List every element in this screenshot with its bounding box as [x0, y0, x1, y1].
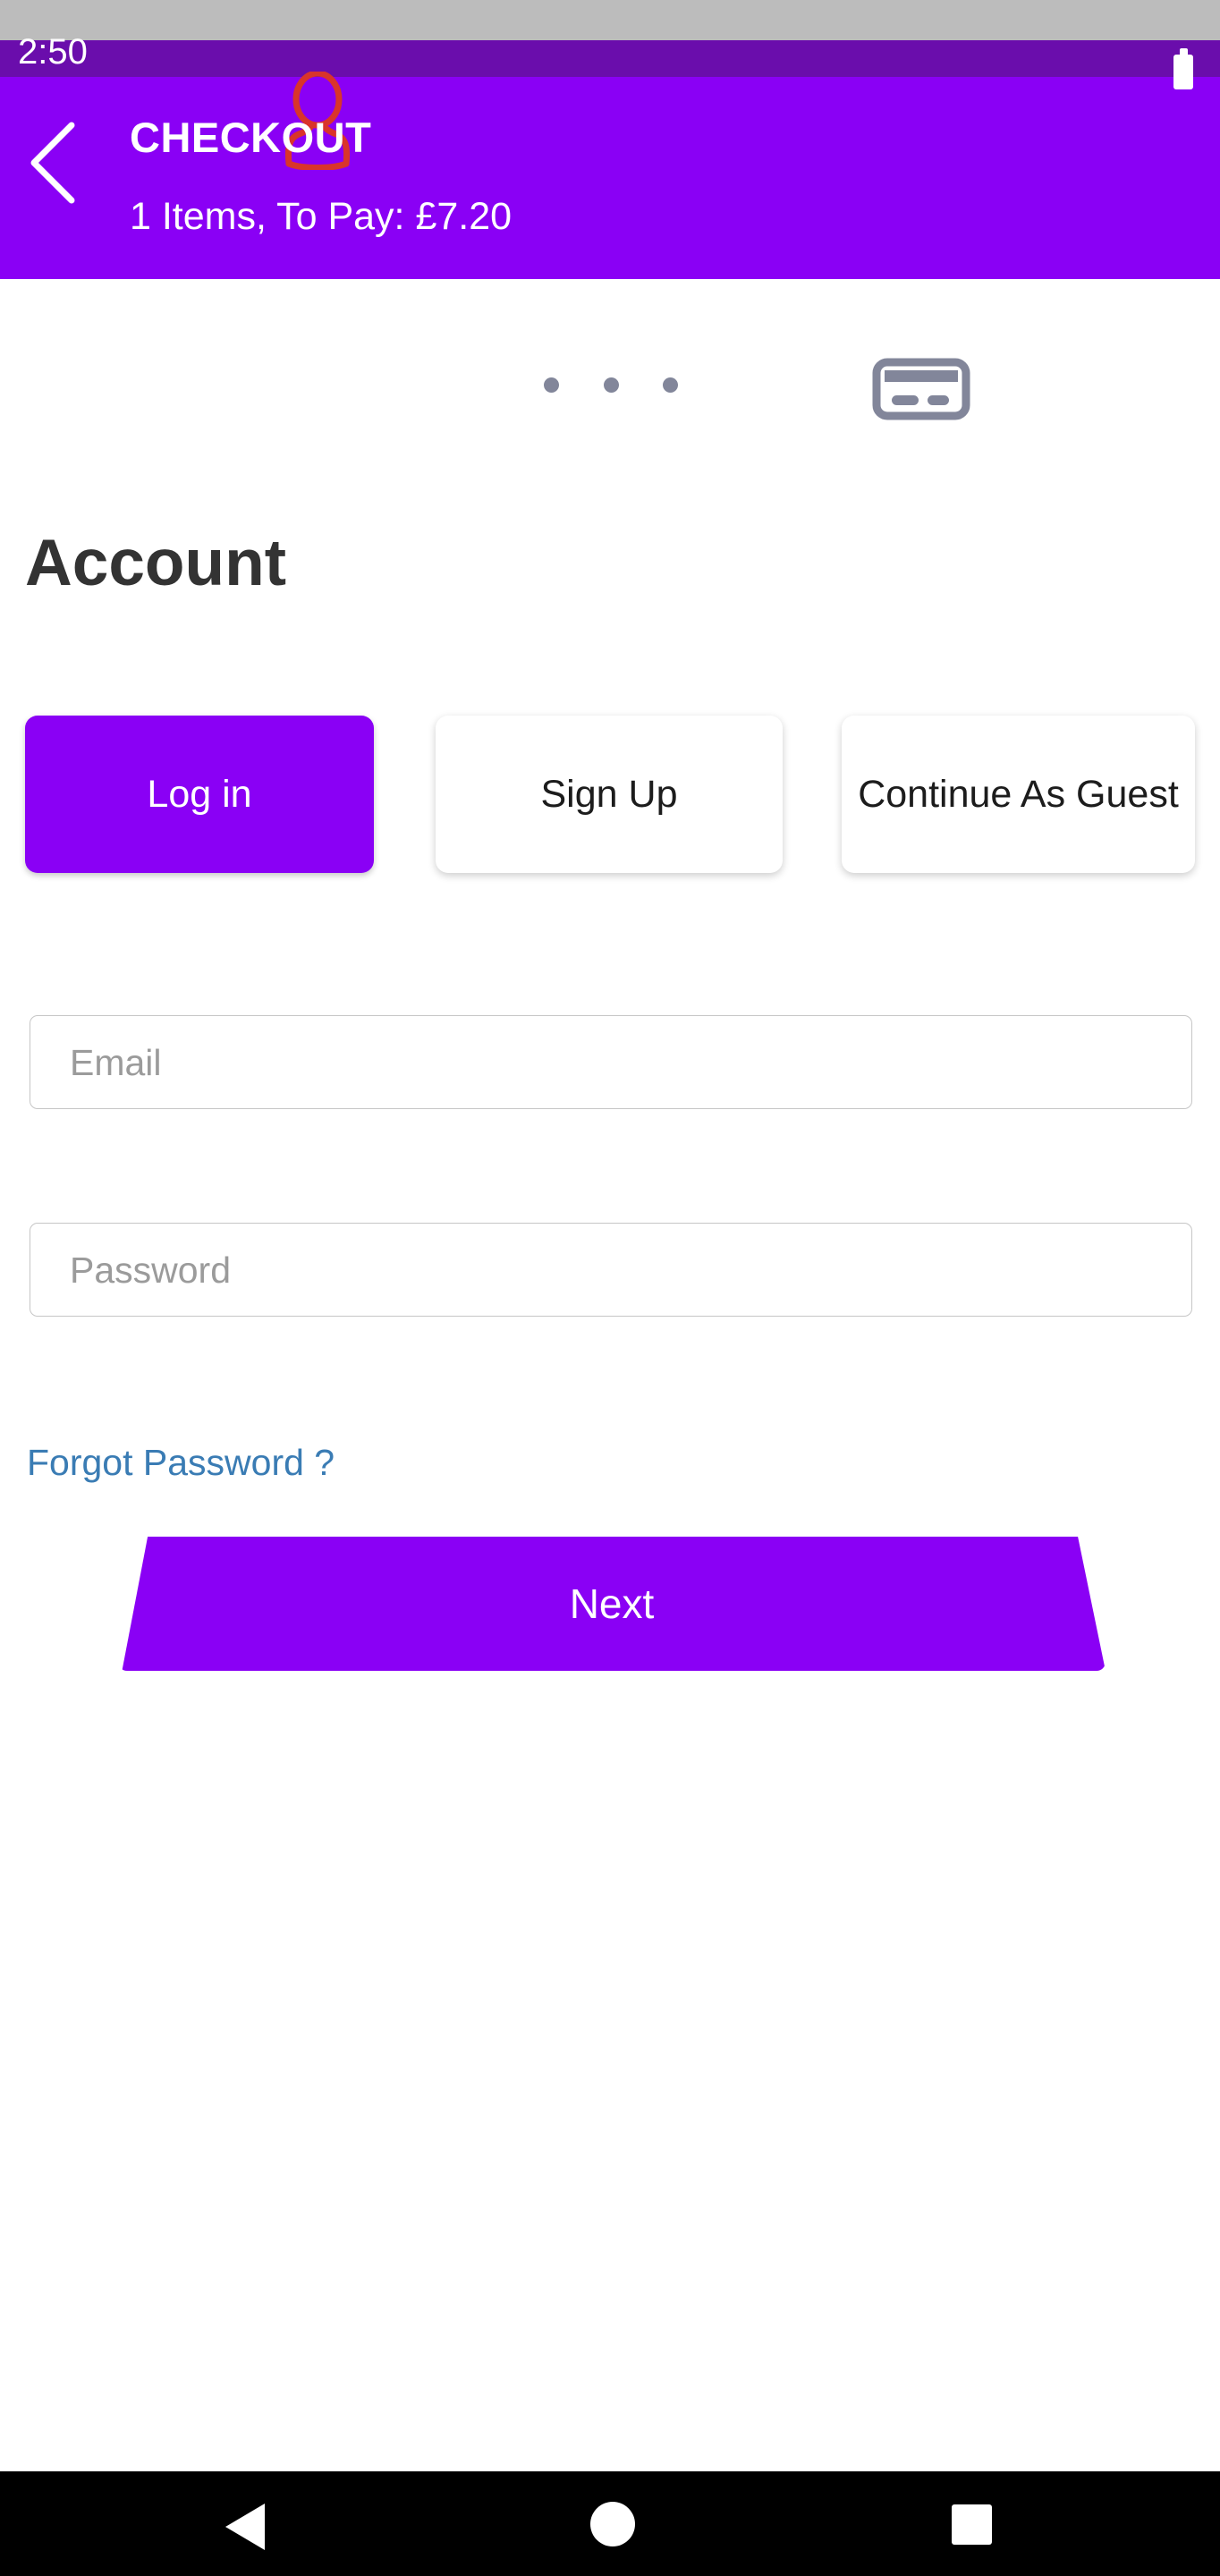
email-field-placeholder: Email	[70, 1041, 162, 1083]
email-field[interactable]: Email	[30, 1015, 1192, 1109]
triangle-back-icon[interactable]	[225, 2504, 265, 2550]
header-title: CHECKOUT	[130, 114, 372, 161]
header-subtitle: 1 Items, To Pay: £7.20	[130, 195, 513, 238]
three-dots-icon	[544, 376, 678, 394]
password-field[interactable]: Password	[30, 1223, 1192, 1317]
back-button[interactable]	[25, 121, 79, 205]
circle-home-icon[interactable]	[590, 2502, 635, 2546]
next-button[interactable]: Next	[122, 1537, 1106, 1671]
tab-signup[interactable]: Sign Up	[436, 716, 783, 873]
android-nav-bar	[0, 2471, 1220, 2576]
app-screen: 2:50 CHECKOUT 1 Items, To Pay: £7.20 Acc…	[0, 0, 1220, 2576]
credit-card-icon	[872, 358, 970, 420]
square-recents-icon[interactable]	[952, 2504, 992, 2545]
password-field-placeholder: Password	[70, 1249, 232, 1291]
page-title: Account	[25, 527, 286, 599]
forgot-password-link[interactable]: Forgot Password ?	[27, 1440, 335, 1485]
header-dark-band	[0, 40, 1220, 77]
tab-continue-as-guest[interactable]: Continue As Guest	[842, 716, 1195, 873]
tab-login[interactable]: Log in	[25, 716, 374, 873]
battery-icon	[1173, 48, 1193, 89]
status-bar-clock: 2:50	[18, 32, 88, 72]
checkout-header	[0, 77, 1220, 279]
status-bar	[0, 0, 1220, 40]
account-tabs: Log in Sign Up Continue As Guest	[0, 716, 1220, 877]
